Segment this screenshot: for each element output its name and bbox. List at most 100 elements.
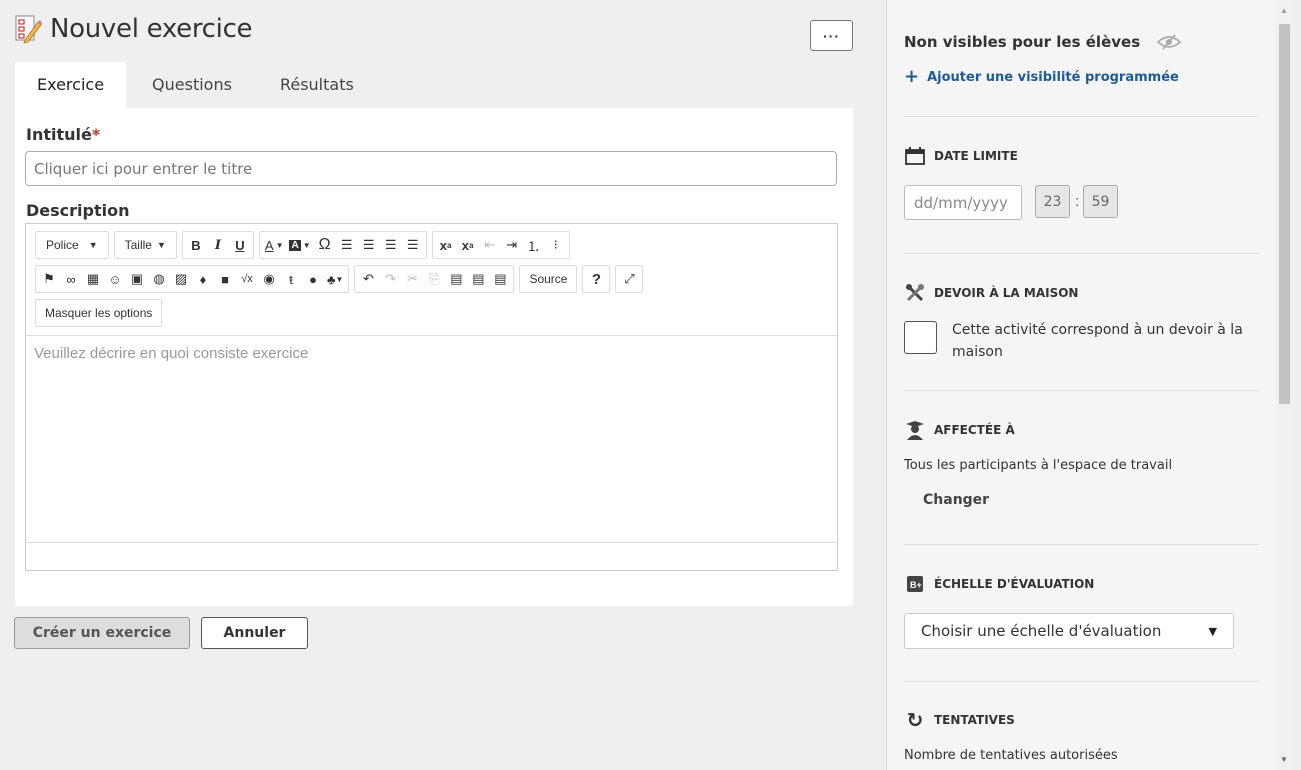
more-options-button[interactable]: ··· bbox=[810, 20, 853, 51]
image-icon[interactable]: ▨ bbox=[170, 267, 192, 291]
code-icon[interactable]: ◉ bbox=[258, 267, 280, 291]
paste-icon[interactable]: ▤ bbox=[445, 267, 467, 291]
subscript-icon[interactable]: xa bbox=[435, 233, 457, 257]
italic-icon[interactable]: I bbox=[207, 233, 229, 257]
style-group: B I U bbox=[181, 231, 254, 259]
page-title: Nouvel exercice bbox=[50, 14, 253, 44]
hide-options-button[interactable]: Masquer les options bbox=[38, 301, 159, 325]
homework-title: DEVOIR À LA MAISON bbox=[934, 286, 1079, 300]
math-icon[interactable]: √x bbox=[236, 267, 258, 291]
font-combo[interactable]: Police ▼ bbox=[38, 233, 106, 257]
align-center-icon[interactable]: ☰ bbox=[358, 233, 380, 257]
scale-select[interactable]: Choisir une échelle d'évaluation ▼ bbox=[904, 613, 1234, 649]
tab-resultats[interactable]: Résultats bbox=[258, 62, 376, 108]
globe-icon[interactable]: ◍ bbox=[148, 267, 170, 291]
help-group: ? bbox=[582, 265, 611, 293]
superscript-icon[interactable]: xa bbox=[457, 233, 479, 257]
underline-icon[interactable]: U bbox=[229, 233, 251, 257]
divider bbox=[904, 116, 1259, 117]
flag-icon[interactable]: ⚑ bbox=[38, 267, 60, 291]
main-pane: Nouvel exercice ··· Exercice Questions R… bbox=[0, 0, 886, 770]
add-visibility-link[interactable]: + Ajouter une visibilité programmée bbox=[904, 68, 1259, 86]
visibility-section: Non visibles pour les élèves bbox=[904, 33, 1259, 51]
deadline-section: DATE LIMITE bbox=[904, 146, 1259, 166]
assigned-header: AFFECTÉE À bbox=[904, 420, 1259, 440]
exercise-icon bbox=[15, 15, 42, 44]
editor-toolbar: Police ▼ Taille ▼ B I U A ▼ A ▼ Ω ☰ ☰ ☰ … bbox=[26, 224, 837, 336]
bold-icon[interactable]: B bbox=[185, 233, 207, 257]
date-input[interactable]: dd/mm/yyyy bbox=[904, 185, 1022, 220]
size-combo[interactable]: Taille ▼ bbox=[117, 233, 174, 257]
maximize-icon[interactable]: ⤢ bbox=[618, 267, 640, 291]
teams-icon[interactable]: ŧ bbox=[280, 267, 302, 291]
align-right-icon[interactable]: ☰ bbox=[380, 233, 402, 257]
link-icon[interactable]: ∞ bbox=[60, 267, 82, 291]
scale-section: B+ ÉCHELLE D'ÉVALUATION bbox=[904, 574, 1259, 594]
homework-checkbox[interactable] bbox=[904, 321, 937, 354]
redo-icon[interactable]: ↷ bbox=[379, 267, 401, 291]
color-group: A ▼ A ▼ Ω ☰ ☰ ☰ ☰ bbox=[258, 231, 427, 259]
change-assignment-link[interactable]: Changer bbox=[923, 492, 989, 508]
minute-input[interactable]: 59 bbox=[1083, 185, 1118, 218]
undo-icon[interactable]: ↶ bbox=[357, 267, 379, 291]
align-left-icon[interactable]: ☰ bbox=[336, 233, 358, 257]
sidebar-scrollbar[interactable]: ▲ ▼ bbox=[1276, 0, 1293, 770]
font-group: Police ▼ bbox=[35, 231, 109, 259]
svg-text:B+: B+ bbox=[910, 580, 922, 590]
toolbar-row-2: ⚑ ∞ ▦ ☺ ▣ ◍ ▨ ♦ ■ √x ◉ ŧ ● ♣ ▼ ↶ ↷ ✂ ⎘ ▤… bbox=[35, 265, 648, 293]
homework-checkbox-label: Cette activité correspond à un devoir à … bbox=[952, 322, 1243, 360]
background-color-icon[interactable]: A ▼ bbox=[286, 233, 313, 257]
deadline-header: DATE LIMITE bbox=[904, 146, 1259, 166]
paste-text-icon[interactable]: ▤ bbox=[467, 267, 489, 291]
title-label-text: Intitulé bbox=[26, 125, 92, 144]
calendar-icon bbox=[904, 146, 926, 166]
indent-icon[interactable]: ⇥ bbox=[501, 233, 523, 257]
font-combo-label: Police bbox=[46, 238, 79, 252]
align-justify-icon[interactable]: ☰ bbox=[402, 233, 424, 257]
tab-exercice[interactable]: Exercice bbox=[15, 62, 127, 108]
grade-scale-icon: B+ bbox=[904, 574, 926, 594]
assigned-change-row: Changer bbox=[923, 491, 989, 509]
attempts-section: ↻ TENTATIVES bbox=[904, 708, 1259, 732]
hour-input[interactable]: 23 bbox=[1035, 185, 1070, 218]
numbered-list-icon[interactable]: ⒈ bbox=[523, 233, 545, 257]
outdent-icon[interactable]: ⇤ bbox=[479, 233, 501, 257]
comment-icon[interactable]: ● bbox=[302, 267, 324, 291]
paste-word-icon[interactable]: ▤ bbox=[489, 267, 511, 291]
table-icon[interactable]: ▦ bbox=[82, 267, 104, 291]
cut-icon[interactable]: ✂ bbox=[401, 267, 423, 291]
text-color-icon[interactable]: A ▼ bbox=[262, 233, 287, 257]
emoji-icon[interactable]: ☺ bbox=[104, 267, 126, 291]
homework-header: DEVOIR À LA MAISON bbox=[904, 283, 1259, 303]
tab-questions[interactable]: Questions bbox=[130, 62, 254, 108]
editor-content-area[interactable]: Veuillez décrire en quoi consiste exerci… bbox=[26, 336, 837, 542]
deadline-inputs: dd/mm/yyyy 23 : 59 bbox=[904, 185, 1259, 225]
list-group: xa xa ⇤ ⇥ ⒈ ⁝ bbox=[431, 231, 570, 259]
source-button[interactable]: Source bbox=[522, 267, 574, 291]
bulleted-list-icon[interactable]: ⁝ bbox=[545, 233, 567, 257]
toolbar-row-1: Police ▼ Taille ▼ B I U A ▼ A ▼ Ω ☰ ☰ ☰ … bbox=[35, 231, 575, 259]
microphone-icon[interactable]: ♦ bbox=[192, 267, 214, 291]
file-icon[interactable]: ▣ bbox=[126, 267, 148, 291]
visibility-title-text: Non visibles pour les élèves bbox=[904, 33, 1141, 51]
plugin-icon[interactable]: ♣ ▼ bbox=[324, 267, 346, 291]
cancel-button[interactable]: Annuler bbox=[201, 617, 308, 649]
video-icon[interactable]: ■ bbox=[214, 267, 236, 291]
settings-sidebar: Non visibles pour les élèves + Ajouter un… bbox=[886, 0, 1276, 770]
copy-icon[interactable]: ⎘ bbox=[423, 267, 445, 291]
eye-slash-icon bbox=[1156, 34, 1182, 50]
create-exercise-button[interactable]: Créer un exercice bbox=[14, 617, 190, 649]
scrollbar-thumb[interactable] bbox=[1279, 24, 1290, 404]
maximize-group: ⤢ bbox=[615, 265, 644, 293]
title-input[interactable] bbox=[25, 151, 837, 186]
help-button[interactable]: ? bbox=[585, 267, 607, 291]
size-group: Taille ▼ bbox=[113, 231, 177, 259]
special-char-icon[interactable]: Ω bbox=[314, 233, 336, 257]
scroll-up-icon[interactable]: ▲ bbox=[1280, 6, 1288, 15]
scale-title: ÉCHELLE D'ÉVALUATION bbox=[934, 577, 1095, 591]
deadline-title: DATE LIMITE bbox=[934, 149, 1018, 163]
time-separator: : bbox=[1075, 193, 1080, 210]
scroll-down-icon[interactable]: ▼ bbox=[1280, 755, 1288, 764]
scale-select-wrapper: Choisir une échelle d'évaluation ▼ bbox=[904, 613, 1259, 651]
student-icon bbox=[904, 420, 926, 440]
